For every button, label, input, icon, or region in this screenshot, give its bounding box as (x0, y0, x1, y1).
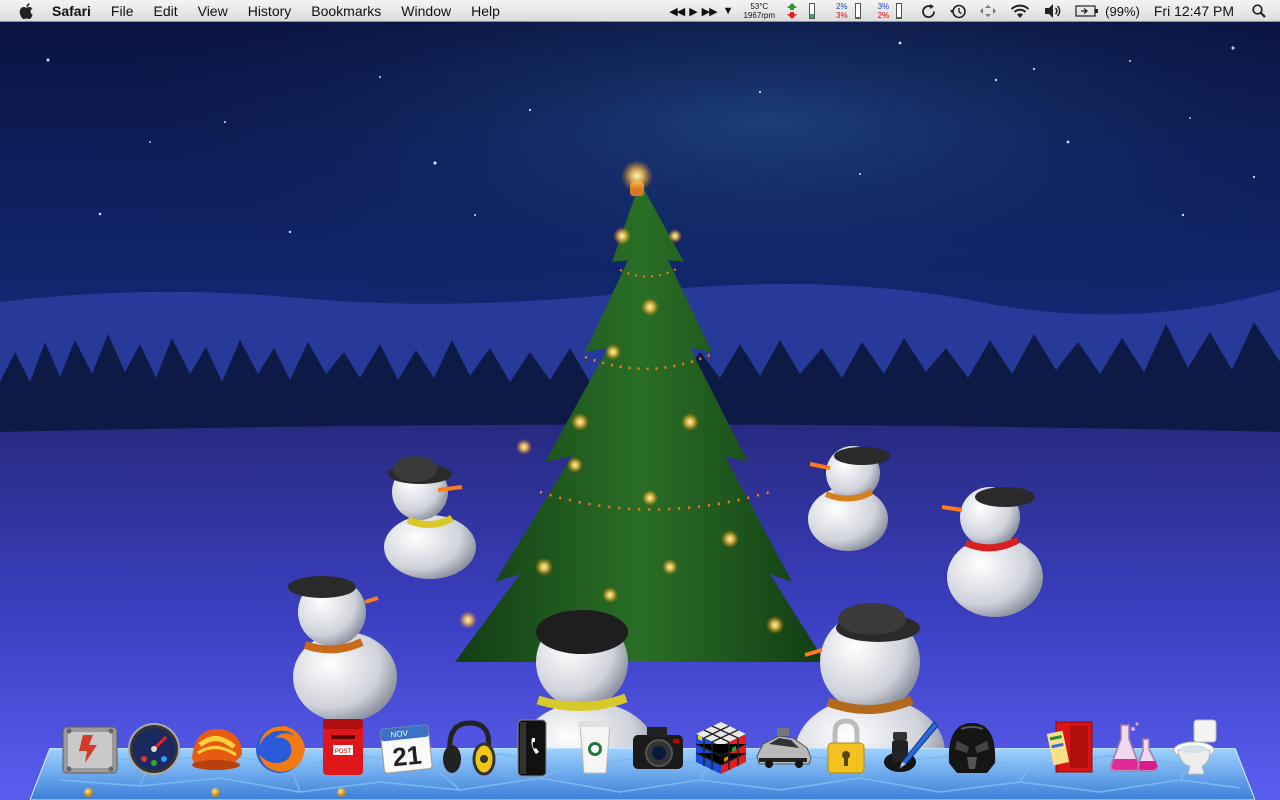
spotlight-search-icon[interactable] (1248, 0, 1280, 22)
dock-item-helmet[interactable] (186, 716, 246, 778)
mailbox-label: POST (335, 749, 352, 755)
dock-item-cube[interactable] (691, 716, 751, 778)
cpu2-meter-icon[interactable] (896, 3, 903, 19)
running-indicator-helmet (211, 788, 220, 797)
menu-bar: Safari File Edit View History Bookmarks … (0, 0, 1280, 22)
phone-icon (517, 719, 547, 777)
fan-speed-value: 1967rpm (743, 11, 776, 20)
dock-item-finder[interactable] (60, 716, 120, 778)
menu-file[interactable]: File (101, 0, 144, 22)
cpu-meter-icon[interactable] (854, 3, 861, 19)
play-icon[interactable]: ▶ (689, 5, 698, 18)
dock-item-pen[interactable] (880, 716, 940, 778)
delorean-icon (756, 728, 812, 768)
dock-item-ical[interactable]: NOV 21 (376, 716, 436, 778)
cpu-monitor-1[interactable]: 2% 3% (833, 0, 851, 22)
volume-icon[interactable] (1037, 0, 1069, 22)
dock-item-helmet-dark[interactable] (942, 716, 1002, 778)
dock-item-firefox[interactable] (250, 716, 310, 778)
inkwell-pen-icon (884, 721, 939, 772)
red-mailbox-icon: POST (323, 719, 363, 775)
dock-item-coffee[interactable] (565, 716, 625, 778)
running-indicator-mail (337, 788, 346, 797)
dock-item-documents[interactable] (1040, 716, 1100, 778)
cpu-monitor-2[interactable]: 3% 2% (875, 0, 893, 22)
temperature-value: 53°C (750, 2, 769, 11)
rubiks-cube-icon (695, 722, 747, 774)
toilet-trash-icon (1173, 719, 1217, 775)
menu-view[interactable]: View (188, 0, 238, 22)
time-machine-icon[interactable] (943, 0, 973, 22)
apple-menu-icon[interactable] (16, 1, 36, 21)
rewind-icon[interactable]: ◀◀ (669, 5, 685, 18)
fast-forward-icon[interactable]: ▶▶ (702, 5, 718, 18)
padlock-icon (827, 718, 865, 774)
calendar-day: 21 (391, 740, 423, 773)
dock-item-mail[interactable]: POST (313, 716, 373, 778)
dock-item-headphones[interactable] (438, 716, 498, 778)
headphones-icon (443, 720, 496, 776)
wifi-icon[interactable] (1003, 0, 1037, 22)
cpu1-system-value: 3% (836, 11, 848, 20)
menubar-clock[interactable]: Fri 12:47 PM (1146, 0, 1248, 22)
cpu2-system-value: 2% (877, 11, 890, 20)
dock-item-lock[interactable] (816, 716, 876, 778)
coffee-cup-icon (578, 721, 612, 774)
desktop-wallpaper (0, 22, 1280, 800)
memory-meter-icon[interactable] (809, 3, 816, 19)
cpu1-user-value: 2% (836, 2, 848, 11)
menu-help[interactable]: Help (461, 0, 510, 22)
cpu2-user-value: 3% (877, 2, 890, 11)
dock-item-trash[interactable] (1166, 716, 1226, 778)
menu-bookmarks[interactable]: Bookmarks (301, 0, 391, 22)
dock-item-phone[interactable] (500, 716, 560, 778)
calendar-month: NOV (390, 729, 409, 740)
bluetooth-arrows-icon[interactable] (973, 0, 1003, 22)
battery-icon (1075, 5, 1099, 17)
calendar-icon: NOV 21 (379, 724, 433, 774)
media-controls: ◀◀ ▶ ▶▶ ▼ (662, 0, 739, 22)
dock: POST NOV 21 (0, 716, 1280, 800)
flasks-icon (1109, 722, 1158, 772)
media-menu-chevron-icon[interactable]: ▼ (723, 5, 734, 17)
dock-item-flasks[interactable] (1102, 716, 1162, 778)
sync-icon[interactable] (914, 0, 943, 22)
documents-folder-icon (1046, 721, 1093, 773)
dock-item-camera[interactable] (628, 716, 688, 778)
menu-history[interactable]: History (238, 0, 302, 22)
dock-item-time-machine[interactable] (753, 716, 813, 778)
menu-edit[interactable]: Edit (143, 0, 187, 22)
battery-percent: (99%) (1105, 3, 1140, 19)
dark-helmet-icon (948, 723, 996, 773)
dashboard-gauge-icon (128, 723, 180, 775)
red-helmet-icon (192, 729, 242, 770)
camera-icon (633, 727, 683, 769)
menu-window[interactable]: Window (391, 0, 461, 22)
finder-icon (62, 726, 118, 774)
network-updown-icon[interactable] (779, 0, 805, 22)
running-indicator-finder (84, 788, 93, 797)
dock-item-dashboard[interactable] (124, 716, 184, 778)
firefox-icon (256, 725, 305, 773)
temperature-monitor[interactable]: 53°C 1967rpm (739, 0, 779, 22)
battery-indicator[interactable]: (99%) (1069, 0, 1146, 22)
app-menu-safari[interactable]: Safari (48, 0, 101, 22)
